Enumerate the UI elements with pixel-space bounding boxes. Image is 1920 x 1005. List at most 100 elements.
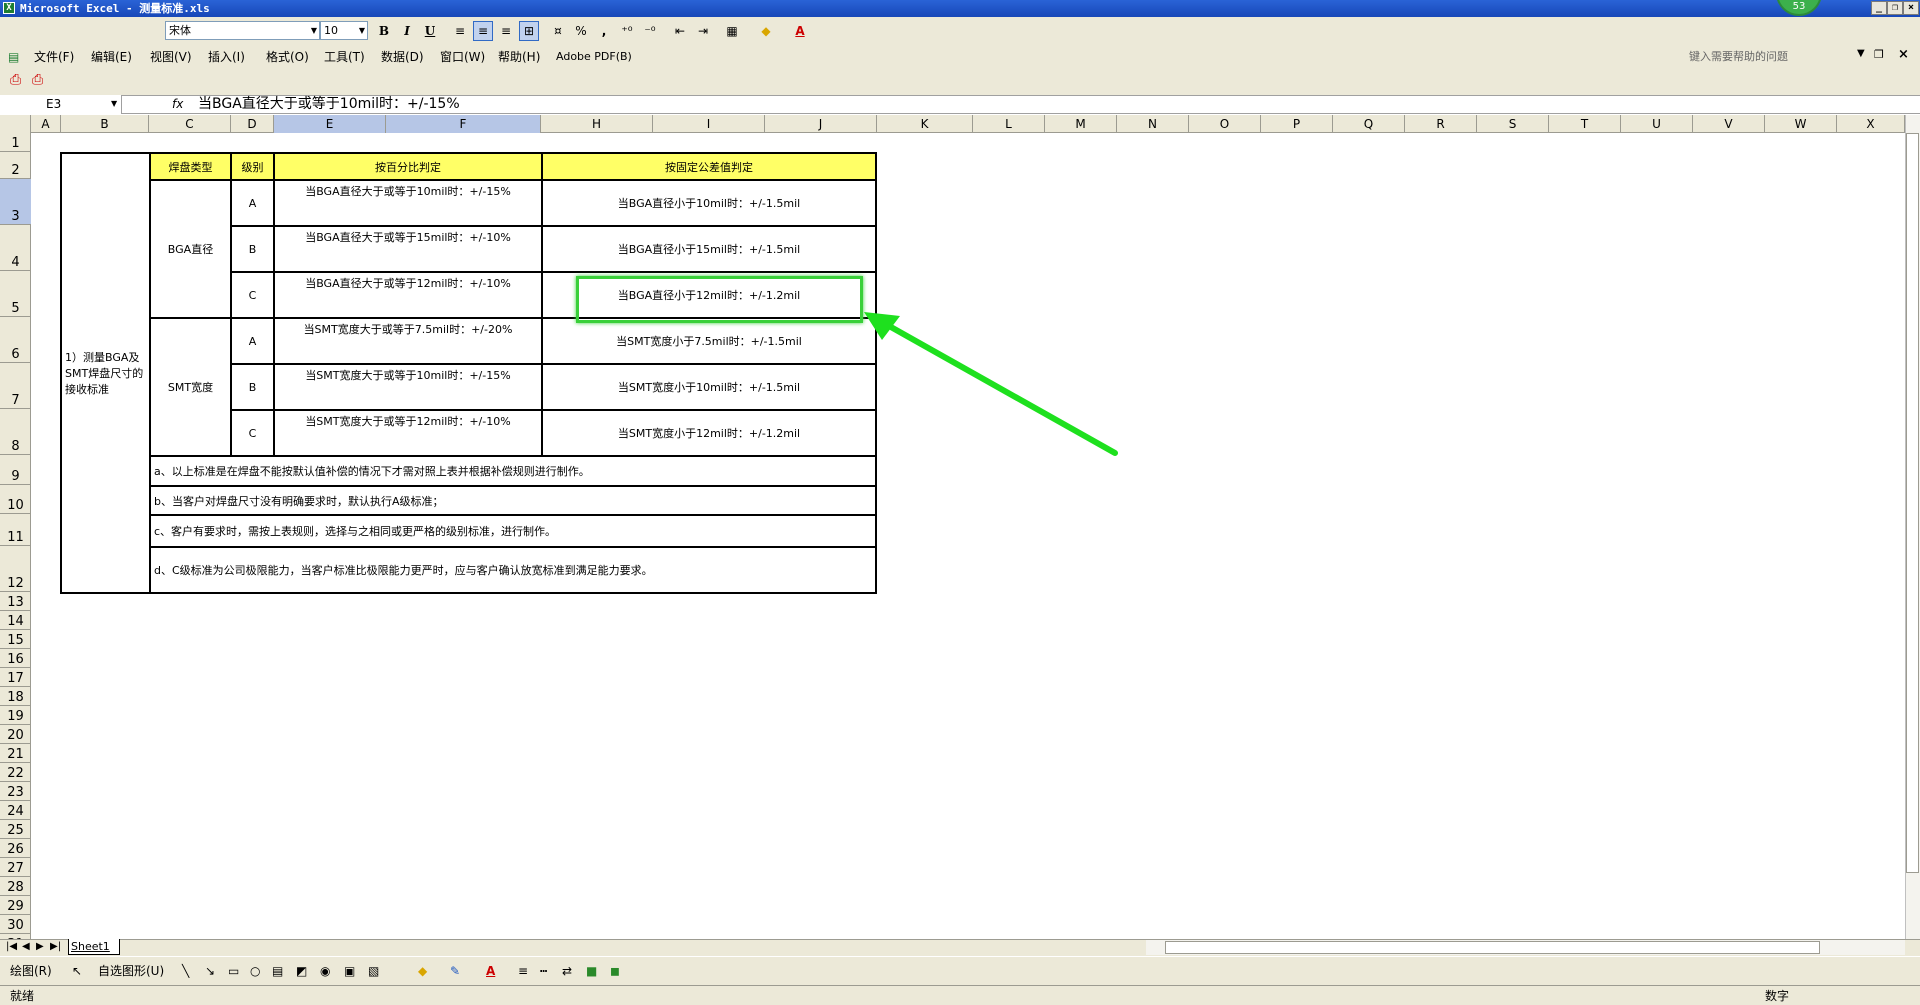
column-header[interactable]: E (274, 115, 386, 133)
percent-cell[interactable]: 当BGA直径大于或等于15mil时：+/-10% (273, 225, 543, 273)
row-header[interactable]: 3 (0, 179, 31, 225)
font-color-icon[interactable]: A (486, 963, 495, 979)
first-sheet-icon[interactable]: |◀ (6, 941, 17, 953)
column-header[interactable]: P (1261, 115, 1333, 133)
menu-insert[interactable]: 插入(I) (208, 48, 245, 66)
row-header[interactable]: 12 (0, 546, 31, 592)
header-level[interactable]: 级别 (230, 152, 275, 181)
fill-color-icon[interactable]: ◆ (418, 963, 427, 979)
column-header[interactable]: R (1405, 115, 1477, 133)
menu-file[interactable]: 文件(F) (34, 48, 74, 66)
percent-button[interactable]: % (571, 21, 591, 41)
header-pad-type[interactable]: 焊盘类型 (149, 152, 232, 181)
column-header[interactable]: A (31, 115, 61, 133)
row-header[interactable]: 4 (0, 225, 31, 271)
arrow-icon[interactable]: ↘ (205, 963, 215, 979)
column-header[interactable]: T (1549, 115, 1621, 133)
level-cell[interactable]: A (230, 317, 275, 365)
fixed-cell[interactable]: 当SMT宽度小于10mil时：+/-1.5mil (541, 363, 877, 411)
clipart-icon[interactable]: ▣ (344, 963, 355, 979)
row-header[interactable]: 19 (0, 706, 31, 725)
row-header[interactable]: 8 (0, 409, 31, 455)
menu-format[interactable]: 格式(O) (266, 48, 309, 66)
level-cell[interactable]: B (230, 225, 275, 273)
row-header[interactable]: 22 (0, 763, 31, 782)
picture-icon[interactable]: ▧ (368, 963, 379, 979)
column-header[interactable]: U (1621, 115, 1693, 133)
note-row[interactable]: d、C级标准为公司极限能力，当客户标准比极限能力更严时，应与客户确认放宽标准到满… (149, 546, 877, 594)
note-row[interactable]: c、客户有要求时，需按上表规则，选择与之相同或更严格的级别标准，进行制作。 (149, 514, 877, 548)
pdf-convert-icon[interactable]: ⎙ (10, 72, 21, 88)
next-sheet-icon[interactable]: ▶ (36, 941, 44, 953)
select-objects-icon[interactable]: ↖ (72, 963, 82, 979)
last-sheet-icon[interactable]: ▶| (50, 941, 61, 953)
rectangle-icon[interactable]: ▭ (228, 963, 239, 979)
menu-edit[interactable]: 编辑(E) (91, 48, 132, 66)
row-header[interactable]: 17 (0, 668, 31, 687)
percent-cell[interactable]: 当SMT宽度大于或等于7.5mil时：+/-20% (273, 317, 543, 365)
note-row[interactable]: b、当客户对焊盘尺寸没有明确要求时，默认执行A级标准； (149, 485, 877, 516)
column-header[interactable]: N (1117, 115, 1189, 133)
close-button[interactable]: × (1903, 1, 1919, 15)
diagram-icon[interactable]: ◉ (320, 963, 330, 979)
column-header[interactable]: S (1477, 115, 1549, 133)
function-icon[interactable]: fx (172, 95, 183, 114)
percent-cell[interactable]: 当SMT宽度大于或等于12mil时：+/-10% (273, 409, 543, 457)
column-header[interactable]: L (973, 115, 1045, 133)
shadow-icon[interactable]: ■ (586, 963, 597, 979)
row-header[interactable]: 11 (0, 514, 31, 546)
row-header[interactable]: 24 (0, 801, 31, 820)
row-header[interactable]: 16 (0, 649, 31, 668)
menu-adobe-pdf[interactable]: Adobe PDF(B) (556, 48, 632, 66)
autoshapes-menu[interactable]: 自选图形(U) (98, 963, 164, 979)
column-header[interactable]: J (765, 115, 877, 133)
draw-menu[interactable]: 绘图(R) (10, 963, 52, 979)
align-left-icon[interactable]: ≡ (450, 21, 470, 41)
row-header[interactable]: 26 (0, 839, 31, 858)
arrow-style-icon[interactable]: ⇄ (562, 963, 572, 979)
fixed-cell[interactable]: 当SMT宽度小于12mil时：+/-1.2mil (541, 409, 877, 457)
column-header[interactable]: X (1837, 115, 1905, 133)
column-header[interactable]: V (1693, 115, 1765, 133)
line-style-icon[interactable]: ≡ (518, 963, 528, 979)
row-header[interactable]: 21 (0, 744, 31, 763)
row-header[interactable]: 7 (0, 363, 31, 409)
column-header[interactable]: C (149, 115, 231, 133)
prev-sheet-icon[interactable]: ◀ (22, 941, 30, 953)
level-cell[interactable]: C (230, 271, 275, 319)
sheet-tab[interactable]: Sheet1 (68, 939, 120, 955)
menu-help[interactable]: 帮助(H) (498, 48, 540, 66)
pdf-email-icon[interactable]: ⎙ (32, 72, 43, 88)
oval-icon[interactable]: ○ (250, 963, 260, 979)
column-header[interactable]: I (653, 115, 765, 133)
dash-style-icon[interactable]: ┅ (540, 963, 547, 979)
font-color-icon[interactable]: A (790, 21, 810, 41)
restore-button[interactable]: ❐ (1887, 1, 1903, 15)
font-size-select[interactable]: 10 ▼ (320, 21, 368, 40)
column-header[interactable]: D (231, 115, 274, 133)
column-header[interactable]: F (386, 115, 541, 133)
fixed-cell[interactable]: 当BGA直径小于10mil时：+/-1.5mil (541, 179, 877, 227)
column-header[interactable]: H (541, 115, 653, 133)
restore-workbook-icon[interactable]: ❐ (1874, 48, 1884, 61)
comma-button[interactable]: , (594, 21, 614, 41)
row-header[interactable]: 29 (0, 896, 31, 915)
increase-indent-icon[interactable]: ⇥ (693, 21, 713, 41)
row-header[interactable]: 2 (0, 152, 31, 179)
criteria-title-cell[interactable]: 1）测量BGA及SMT焊盘尺寸的接收标准 (60, 152, 151, 594)
align-right-icon[interactable]: ≡ (496, 21, 516, 41)
row-header[interactable]: 1 (0, 133, 31, 152)
smt-group-cell[interactable]: SMT宽度 (149, 317, 232, 457)
select-all-corner[interactable] (0, 115, 31, 133)
row-header[interactable]: 30 (0, 915, 31, 934)
column-header[interactable]: Q (1333, 115, 1405, 133)
row-header[interactable]: 23 (0, 782, 31, 801)
font-name-select[interactable]: 宋体 ▼ (165, 21, 320, 40)
chevron-down-icon[interactable]: ▼ (111, 99, 117, 108)
row-header[interactable]: 15 (0, 630, 31, 649)
column-header[interactable]: W (1765, 115, 1837, 133)
row-header[interactable]: 27 (0, 858, 31, 877)
fill-color-icon[interactable]: ◆ (756, 21, 776, 41)
column-header[interactable]: K (877, 115, 973, 133)
textbox-icon[interactable]: ▤ (272, 963, 283, 979)
